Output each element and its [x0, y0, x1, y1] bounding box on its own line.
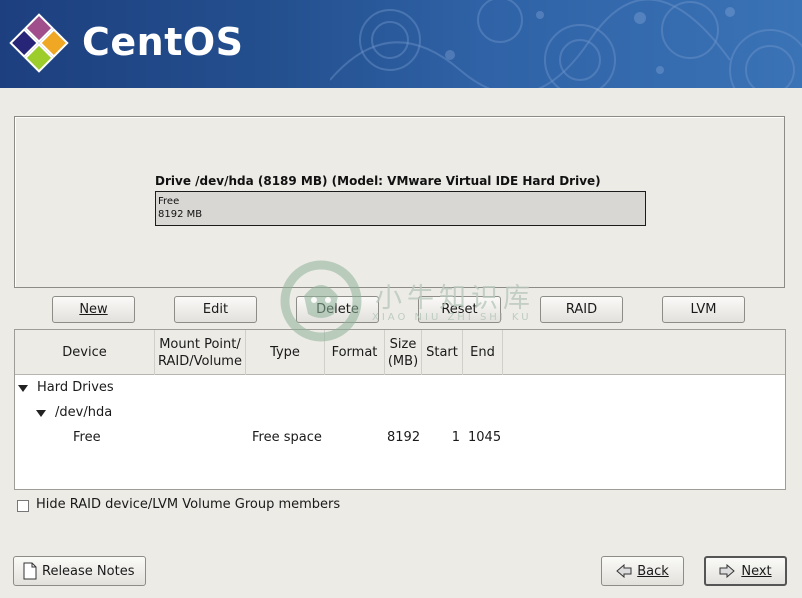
hide-raid-label[interactable]: Hide RAID device/LVM Volume Group member…: [36, 497, 340, 512]
column-start-label: Start: [426, 345, 458, 360]
row-device: Hard Drives: [37, 380, 114, 395]
drive-free-segment[interactable]: Free 8192 MB: [155, 191, 646, 226]
drive-graphic-panel: Drive /dev/hda (8189 MB) (Model: VMware …: [14, 116, 785, 288]
mount-line2: RAID/Volume: [158, 353, 242, 369]
column-mount-point-label: Mount Point/RAID/Volume: [158, 336, 242, 370]
release-notes-label: Release Notes: [42, 563, 135, 579]
release-notes-button[interactable]: Release Notes: [13, 556, 146, 586]
new-button-label: New: [79, 302, 108, 317]
column-mount-point[interactable]: Mount Point/RAID/Volume: [155, 330, 246, 375]
next-button[interactable]: Next: [704, 556, 787, 586]
row-end: 1045: [468, 430, 502, 445]
expander-down-icon[interactable]: [36, 410, 46, 417]
table-row-dev-hda[interactable]: /dev/hda: [15, 401, 785, 426]
column-device[interactable]: Device: [15, 330, 155, 375]
next-label: Next: [741, 563, 772, 579]
lvm-button[interactable]: LVM: [662, 296, 745, 323]
mount-line1: Mount Point/: [159, 336, 241, 352]
column-type[interactable]: Type: [246, 330, 325, 375]
new-button[interactable]: New: [52, 296, 135, 323]
column-size-label: Size (MB): [388, 336, 418, 370]
centos-logo-icon: [9, 13, 69, 73]
raid-button[interactable]: RAID: [540, 296, 623, 323]
document-icon: [23, 562, 37, 580]
edit-button[interactable]: Edit: [174, 296, 257, 323]
table-header: Device Mount Point/RAID/Volume Type Form…: [15, 330, 785, 375]
row-device: /dev/hda: [55, 405, 113, 420]
header-banner: CentOS: [0, 0, 802, 88]
expander-down-icon[interactable]: [18, 385, 28, 392]
partition-table[interactable]: Device Mount Point/RAID/Volume Type Form…: [14, 329, 786, 490]
row-device: Free: [73, 430, 101, 445]
row-start: 1: [451, 430, 460, 445]
hide-raid-checkbox[interactable]: [17, 500, 29, 512]
arrow-left-icon: [616, 564, 632, 578]
delete-button-label: Delete: [316, 302, 359, 317]
edit-button-label: Edit: [202, 302, 229, 317]
column-format[interactable]: Format: [325, 330, 385, 375]
column-device-label: Device: [62, 345, 107, 360]
size-line2: (MB): [387, 353, 419, 369]
arrow-right-icon: [719, 564, 736, 578]
lvm-button-label: LVM: [690, 302, 717, 317]
row-size: 8192: [387, 430, 421, 445]
drive-title: Drive /dev/hda (8189 MB) (Model: VMware …: [155, 174, 601, 188]
reset-button-label: Reset: [441, 302, 478, 317]
reset-button[interactable]: Reset: [418, 296, 501, 323]
column-end-label: End: [470, 345, 495, 360]
row-type: Free space: [252, 430, 322, 445]
back-label: Back: [637, 563, 669, 579]
column-end[interactable]: End: [463, 330, 503, 375]
size-line1: Size: [389, 336, 417, 352]
decorative-swirl-pattern: [330, 0, 802, 88]
raid-button-label: RAID: [565, 302, 598, 317]
column-format-label: Format: [331, 345, 378, 360]
table-row-hard-drives[interactable]: Hard Drives: [15, 376, 785, 401]
column-type-label: Type: [270, 345, 300, 360]
table-row-free[interactable]: Free Free space 8192 1 1045: [15, 426, 785, 451]
column-size[interactable]: Size (MB): [385, 330, 422, 375]
segment-label: Free: [158, 196, 180, 207]
segment-size: 8192 MB: [158, 209, 203, 220]
back-button[interactable]: Back: [601, 556, 684, 586]
brand-name: CentOS: [82, 20, 244, 64]
delete-button[interactable]: Delete: [296, 296, 379, 323]
column-start[interactable]: Start: [422, 330, 463, 375]
